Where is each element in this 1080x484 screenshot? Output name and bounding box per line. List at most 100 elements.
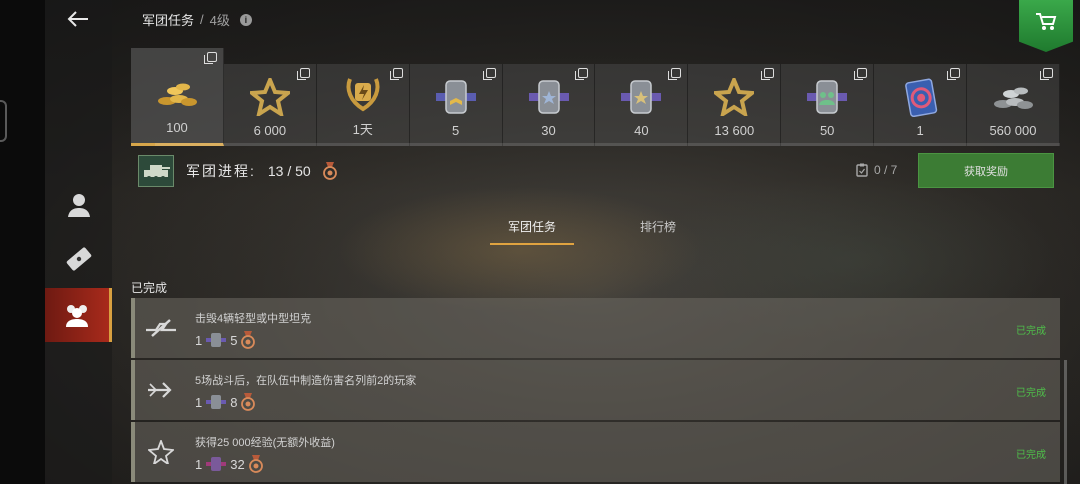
ticket-icon — [66, 247, 91, 271]
reward-slot[interactable]: 40 — [595, 64, 689, 146]
clan-icon — [66, 305, 88, 327]
badge-star-icon — [619, 77, 663, 117]
details-icon — [1039, 68, 1053, 80]
reward-value: 40 — [634, 123, 649, 138]
task-status: 已完成 — [1016, 450, 1046, 461]
task-reward: 1 32 — [195, 455, 263, 473]
sidebar-item-tickets[interactable] — [45, 232, 112, 286]
reward-value: 560 000 — [989, 123, 1037, 138]
breadcrumb-separator: / — [200, 12, 204, 27]
details-icon — [296, 68, 310, 80]
clan-progress-count: 13 / 50 — [267, 163, 311, 179]
tabs: 军团任务 排行榜 — [490, 218, 694, 245]
tab-leaderboard[interactable]: 排行榜 — [622, 218, 694, 245]
claim-count-value: 0 / 7 — [874, 163, 898, 177]
badge-icon — [206, 333, 227, 347]
reward-slot[interactable]: 560 000 — [967, 64, 1060, 146]
badge-star-icon — [527, 77, 571, 117]
reward-value: 100 — [166, 120, 188, 135]
reward-value: 30 — [541, 123, 556, 138]
breadcrumb: 军团任务 / 4级 i — [142, 10, 252, 29]
details-icon — [203, 52, 217, 64]
reward-slot[interactable]: 6 000 — [223, 64, 317, 146]
task-description: 5场战斗后，在队伍中制造伤害名列前2的玩家 — [195, 375, 417, 387]
details-icon — [389, 68, 403, 80]
reward-value: 13 600 — [714, 123, 755, 138]
medal-icon — [241, 393, 256, 411]
breadcrumb-title: 军团任务 — [142, 13, 195, 28]
sidebar-item-clan[interactable] — [45, 288, 112, 342]
details-icon — [575, 68, 589, 80]
details-icon — [668, 68, 682, 80]
reward-value: 1 — [916, 123, 924, 138]
task-reward: 1 8 — [195, 393, 256, 411]
task-row[interactable]: 击毁4辆轻型或中型坦克 1 5 已完成 — [131, 298, 1060, 358]
reward-slot[interactable]: 50 — [781, 64, 875, 146]
reward-slot[interactable]: 5 — [409, 64, 503, 146]
details-icon — [854, 68, 868, 80]
shop-button[interactable] — [1019, 0, 1073, 52]
badge-crew-icon — [805, 77, 849, 117]
details-icon — [761, 68, 775, 80]
commander-badge-icon — [434, 77, 478, 117]
reward-qty: 1 — [195, 394, 203, 410]
reward-slot[interactable]: 1天 — [316, 64, 410, 146]
section-title: 已完成 — [131, 281, 168, 295]
clipboard-icon — [856, 163, 868, 177]
medal-qty: 5 — [230, 332, 238, 348]
breadcrumb-level: 4级 — [209, 13, 230, 28]
clan-emblem-icon — [138, 155, 174, 187]
reward-value: 6 000 — [253, 123, 287, 138]
destroy-tank-icon — [143, 312, 179, 344]
task-row[interactable]: 5场战斗后，在队伍中制造伤害名列前2的玩家 1 8 已完成 — [131, 360, 1060, 420]
reward-qty: 1 — [195, 332, 203, 348]
task-row[interactable]: 获得25 000经验(无额外收益) 1 32 已完成 — [131, 422, 1060, 482]
claim-count: 0 / 7 — [856, 163, 897, 177]
task-status: 已完成 — [1016, 326, 1046, 337]
reward-slot[interactable]: 1 — [874, 64, 968, 146]
clan-progress-label: 军团进程: — [186, 163, 256, 179]
cart-icon — [1036, 13, 1057, 30]
reward-value: 1天 — [352, 122, 373, 137]
card-icon — [898, 77, 942, 117]
task-description: 击毁4辆轻型或中型坦克 — [195, 313, 312, 325]
medal-icon — [322, 162, 337, 180]
rewards-progress-bar — [131, 143, 1060, 146]
task-description: 获得25 000经验(无额外收益) — [195, 437, 335, 449]
damage-arrow-icon — [143, 374, 179, 406]
claim-rewards-button[interactable]: 获取奖励 — [918, 153, 1054, 188]
reward-slot[interactable]: 30 — [502, 64, 596, 146]
rewards-progress-fill — [131, 143, 156, 146]
medal-icon — [248, 455, 263, 473]
reward-value: 5 — [452, 123, 460, 138]
reward-slot[interactable]: 100 — [131, 48, 224, 146]
star-icon — [712, 77, 756, 117]
medal-icon — [241, 331, 256, 349]
silver-coins-icon — [991, 77, 1035, 117]
badge-icon — [206, 395, 227, 409]
info-icon[interactable]: i — [239, 13, 252, 26]
edge-handle — [0, 100, 7, 142]
star-outline-icon — [143, 436, 179, 468]
details-icon — [947, 68, 961, 80]
reward-slot[interactable]: 13 600 — [688, 64, 782, 146]
sidebar-item-profile[interactable] — [45, 178, 112, 232]
rewards-track: 100 6 000 1天 5 30 40 13 600 50 1 560 000 — [131, 48, 1060, 146]
arrow-left-icon — [67, 11, 88, 27]
clan-progress: 军团进程: 13 / 50 — [138, 155, 337, 187]
task-reward: 1 5 — [195, 331, 256, 349]
premium-wreath-icon — [341, 73, 385, 113]
scrollbar[interactable] — [1064, 360, 1067, 484]
medal-qty: 32 — [230, 456, 245, 472]
badge-icon — [206, 457, 227, 471]
reward-qty: 1 — [195, 456, 203, 472]
tab-clan-tasks[interactable]: 军团任务 — [490, 218, 575, 245]
back-button[interactable] — [63, 6, 93, 32]
task-status: 已完成 — [1016, 388, 1046, 399]
reward-value: 50 — [819, 123, 835, 138]
gold-coins-icon — [155, 74, 199, 114]
details-icon — [482, 68, 496, 80]
left-strip — [0, 0, 45, 484]
medal-qty: 8 — [230, 394, 238, 410]
person-icon — [67, 194, 90, 217]
